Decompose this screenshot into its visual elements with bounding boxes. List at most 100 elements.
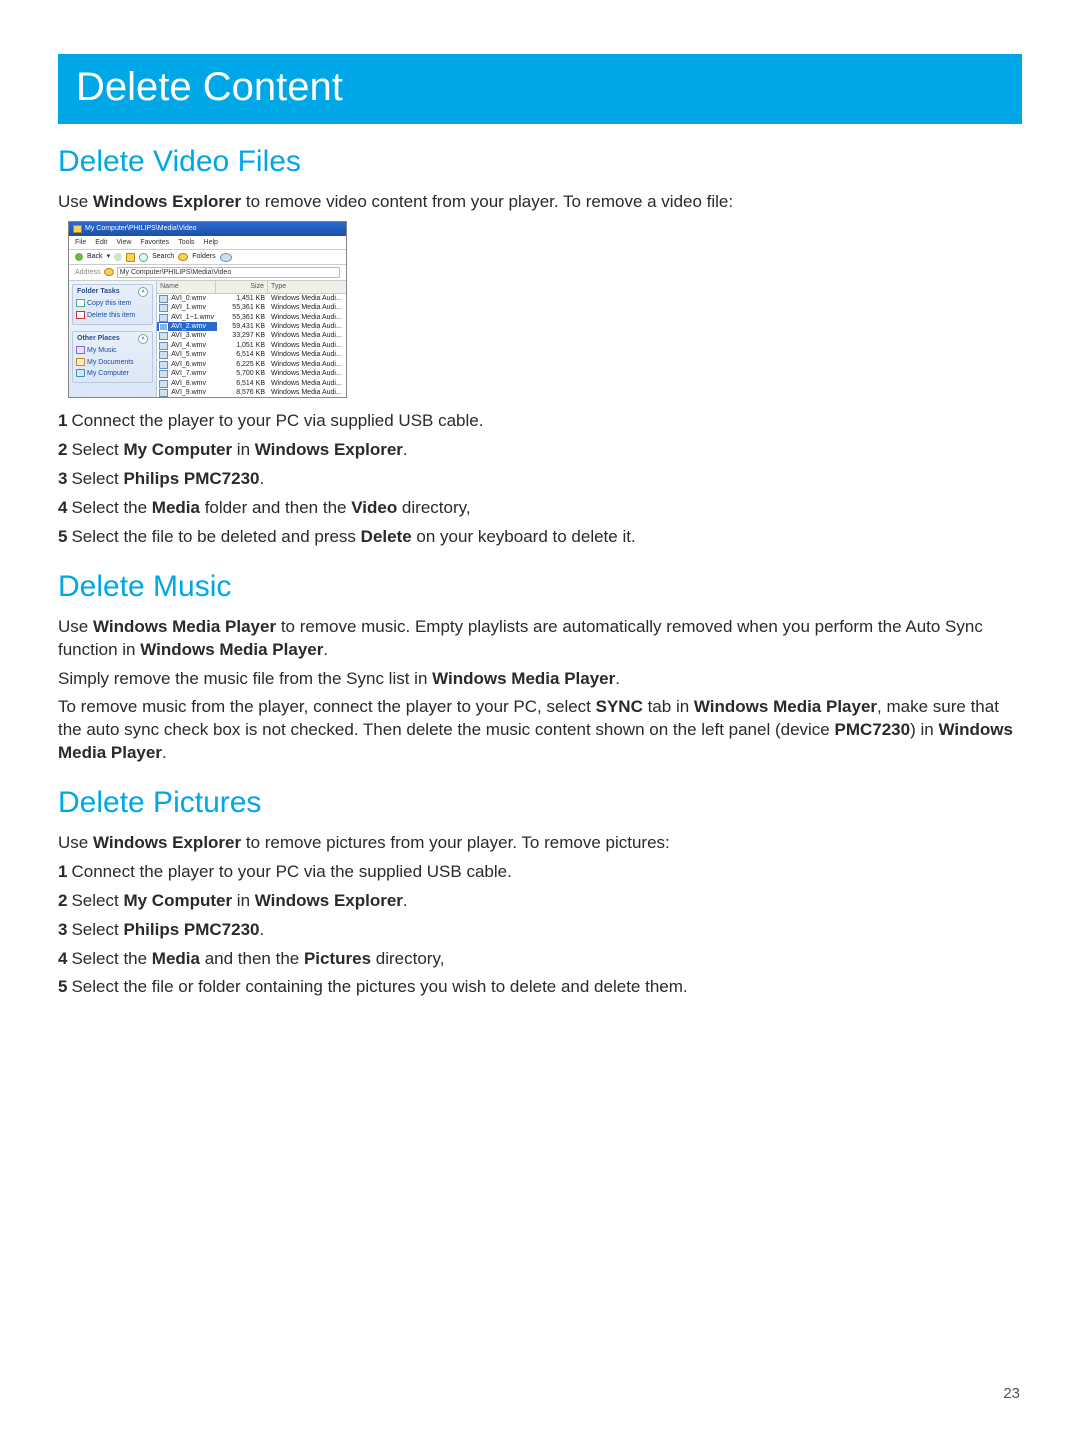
pictures-step-1: 1Connect the player to your PC via the s… xyxy=(58,861,1022,884)
pictures-step-5: 5Select the file or folder containing th… xyxy=(58,976,1022,999)
pictures-step-2: 2Select My Computer in Windows Explorer. xyxy=(58,890,1022,913)
file-size: 8,576 KB xyxy=(217,388,268,397)
menu-tools: Tools xyxy=(178,238,194,247)
pictures-step-3: 3Select Philips PMC7230. xyxy=(58,919,1022,942)
pictures-intro: Use Windows Explorer to remove pictures … xyxy=(58,832,1022,855)
file-size: 55,361 KB xyxy=(217,313,268,322)
pictures-step-4: 4Select the Media and then the Pictures … xyxy=(58,948,1022,971)
file-type: Windows Media Audi... xyxy=(268,303,346,312)
pictures-steps: 1Connect the player to your PC via the s… xyxy=(58,861,1022,1000)
folders-label: Folders xyxy=(192,252,215,261)
col-name: Name xyxy=(157,281,216,292)
file-row: AVI_0.wmv1,451 KBWindows Media Audi... xyxy=(157,294,346,303)
collapse-icon: ˄ xyxy=(138,334,148,344)
file-type: Windows Media Audi... xyxy=(268,388,346,397)
col-size: Size xyxy=(216,281,268,292)
file-type: Windows Media Audi... xyxy=(268,369,346,378)
views-icon xyxy=(220,253,232,262)
file-row: AVI_4.wmv1,051 KBWindows Media Audi... xyxy=(157,341,346,350)
video-steps: 1Connect the player to your PC via suppl… xyxy=(58,410,1022,549)
back-icon xyxy=(75,253,83,261)
music-p1: Use Windows Media Player to remove music… xyxy=(58,616,1022,662)
address-folder-icon xyxy=(104,268,114,276)
file-name: AVI_5.wmv xyxy=(157,350,217,359)
task-copy: Copy this item xyxy=(73,298,152,309)
file-type: Windows Media Audi... xyxy=(268,350,346,359)
file-size: 33,297 KB xyxy=(217,331,268,340)
explorer-titlebar: My Computer\PHILIPS\Media\Video xyxy=(69,222,346,235)
address-path: My Computer\PHILIPS\Media\Video xyxy=(117,267,340,278)
place-my-computer: My Computer xyxy=(73,368,152,379)
explorer-toolbar: Back ▾ Search Folders xyxy=(69,250,346,264)
page-number: 23 xyxy=(1003,1384,1020,1404)
file-name: AVI_1~1.wmv xyxy=(157,313,217,322)
menu-view: View xyxy=(116,238,131,247)
file-row: AVI_8.wmv6,514 KBWindows Media Audi... xyxy=(157,379,346,388)
place-my-documents: My Documents xyxy=(73,357,152,368)
file-name: AVI_3.wmv xyxy=(157,331,217,340)
file-type: Windows Media Audi... xyxy=(268,341,346,350)
folders-icon xyxy=(178,253,188,261)
file-type: Windows Media Audi... xyxy=(268,360,346,369)
file-row: AVI_1.wmv55,361 KBWindows Media Audi... xyxy=(157,303,346,312)
file-size: 1,051 KB xyxy=(217,341,268,350)
file-name: AVI_4.wmv xyxy=(157,341,217,350)
file-size: 5,700 KB xyxy=(217,369,268,378)
forward-icon xyxy=(114,253,122,261)
menu-favorites: Favorites xyxy=(140,238,169,247)
folder-icon xyxy=(73,225,82,233)
file-row: AVI_6.wmv6,225 KBWindows Media Audi... xyxy=(157,360,346,369)
video-step-3: 3Select Philips PMC7230. xyxy=(58,468,1022,491)
section-heading-video: Delete Video Files xyxy=(58,142,1022,183)
music-p2: Simply remove the music file from the Sy… xyxy=(58,668,1022,691)
menu-file: File xyxy=(75,238,86,247)
up-icon xyxy=(126,253,135,262)
section-heading-pictures: Delete Pictures xyxy=(58,783,1022,824)
file-name: AVI_7.wmv xyxy=(157,369,217,378)
col-type: Type xyxy=(268,281,346,292)
file-name: AVI_6.wmv xyxy=(157,360,217,369)
search-icon xyxy=(139,253,148,262)
list-header: Name Size Type xyxy=(157,281,346,293)
file-name: AVI_8.wmv xyxy=(157,379,217,388)
file-name: AVI_1.wmv xyxy=(157,303,217,312)
explorer-addressbar: Address My Computer\PHILIPS\Media\Video xyxy=(69,265,346,281)
search-label: Search xyxy=(152,252,174,261)
explorer-title-text: My Computer\PHILIPS\Media\Video xyxy=(85,224,197,233)
file-size: 6,514 KB xyxy=(217,379,268,388)
page-banner: Delete Content xyxy=(58,54,1022,124)
video-step-1: 1Connect the player to your PC via suppl… xyxy=(58,410,1022,433)
video-step-4: 4Select the Media folder and then the Vi… xyxy=(58,497,1022,520)
file-size: 55,361 KB xyxy=(217,303,268,312)
task-delete: Delete this item xyxy=(73,310,152,321)
file-name: AVI_0.wmv xyxy=(157,294,217,303)
explorer-sidebar: Folder Tasks˄ Copy this item Delete this… xyxy=(69,281,157,397)
file-size: 6,225 KB xyxy=(217,360,268,369)
video-step-5: 5Select the file to be deleted and press… xyxy=(58,526,1022,549)
file-size: 59,431 KB xyxy=(217,322,268,331)
file-row: AVI_3.wmv33,297 KBWindows Media Audi... xyxy=(157,331,346,340)
file-size: 1,451 KB xyxy=(217,294,268,303)
file-row: AVI_1~1.wmv55,361 KBWindows Media Audi..… xyxy=(157,313,346,322)
video-intro: Use Windows Explorer to remove video con… xyxy=(58,191,1022,214)
explorer-menubar: File Edit View Favorites Tools Help xyxy=(69,236,346,250)
menu-help: Help xyxy=(204,238,218,247)
place-my-music: My Music xyxy=(73,345,152,356)
file-type: Windows Media Audi... xyxy=(268,331,346,340)
file-type: Windows Media Audi... xyxy=(268,294,346,303)
music-p3: To remove music from the player, connect… xyxy=(58,696,1022,765)
file-size: 6,514 KB xyxy=(217,350,268,359)
file-type: Windows Media Audi... xyxy=(268,379,346,388)
file-row: AVI_2.wmv59,431 KBWindows Media Audi... xyxy=(157,322,346,331)
file-type: Windows Media Audi... xyxy=(268,322,346,331)
file-row: AVI_5.wmv6,514 KBWindows Media Audi... xyxy=(157,350,346,359)
address-label: Address xyxy=(75,268,101,277)
menu-edit: Edit xyxy=(95,238,107,247)
file-type: Windows Media Audi... xyxy=(268,313,346,322)
video-step-2: 2Select My Computer in Windows Explorer. xyxy=(58,439,1022,462)
panel-folder-tasks: Folder Tasks˄ Copy this item Delete this… xyxy=(72,284,153,325)
file-row: AVI_9.wmv8,576 KBWindows Media Audi... xyxy=(157,388,346,397)
section-heading-music: Delete Music xyxy=(58,567,1022,608)
explorer-file-list: Name Size Type AVI_0.wmv1,451 KBWindows … xyxy=(157,281,346,397)
panel-other-places: Other Places˄ My Music My Documents My C… xyxy=(72,331,153,383)
